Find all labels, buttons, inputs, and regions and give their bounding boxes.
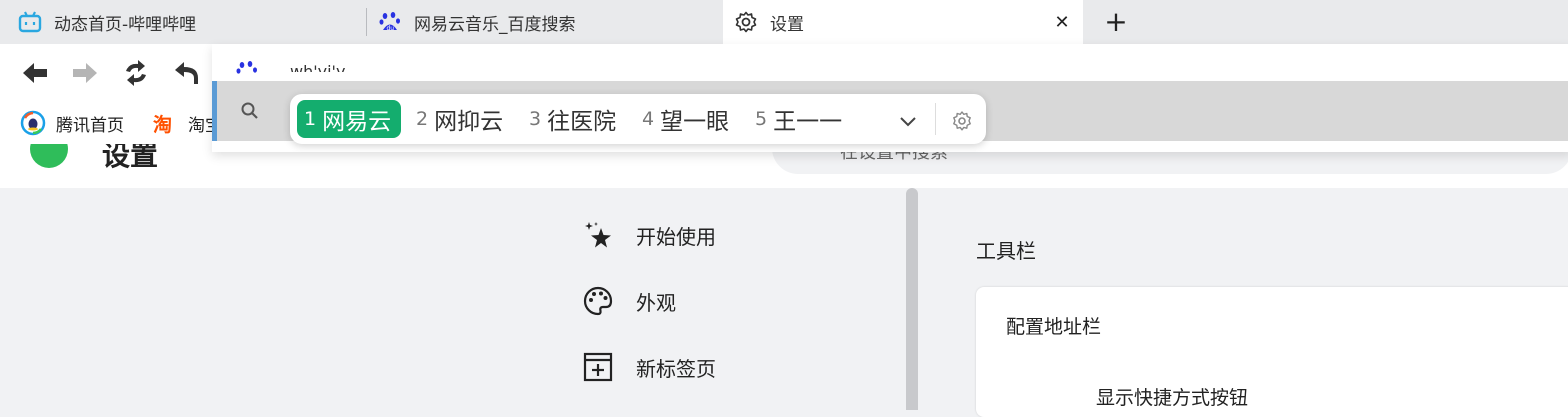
bookmark-tencent[interactable]: 腾讯首页 (20, 110, 124, 136)
card-title: 配置地址栏 (1006, 316, 1102, 338)
tab-title: 设置 (770, 14, 804, 35)
back-button[interactable] (20, 58, 50, 88)
settings-logo-icon (30, 144, 68, 168)
gear-icon[interactable] (950, 109, 974, 133)
baidu-paw-icon (236, 61, 257, 74)
bookmark-label: 腾讯首页 (56, 115, 124, 136)
section-title: 工具栏 (976, 239, 1036, 263)
show-shortcut-button-setting[interactable]: 显示快捷方式按钮 (1096, 383, 1248, 410)
candidate-number: 4 (642, 108, 655, 130)
ime-candidate-2[interactable]: 2 网抑云 (416, 100, 503, 138)
candidate-number: 2 (416, 108, 429, 130)
forward-arrow-icon (73, 63, 97, 83)
nav-label: 开始使用 (636, 224, 716, 249)
search-icon (241, 102, 258, 119)
nav-label: 新标签页 (636, 356, 716, 381)
tab-settings[interactable]: 设置 ✕ (723, 0, 1083, 44)
omnibox-input[interactable]: wh'yi'y (290, 62, 345, 72)
settings-card: 配置地址栏 显示快捷方式按钮 (976, 287, 1568, 417)
nav-label: 外观 (636, 290, 676, 315)
close-tab-button[interactable]: ✕ (1051, 11, 1073, 33)
forward-button[interactable] (70, 58, 100, 88)
undo-button[interactable] (172, 58, 202, 88)
reload-button[interactable] (121, 58, 151, 88)
palette-icon (582, 285, 614, 317)
bilibili-icon (18, 10, 42, 34)
gear-icon (734, 10, 758, 34)
reload-icon (126, 60, 146, 86)
tab-strip: 动态首页-哔哩哔哩 du 网易云音乐_百度搜索 设置 ✕ + (0, 0, 1568, 44)
candidate-text: 王一一 (773, 109, 843, 135)
taobao-icon: 淘 (152, 110, 178, 136)
ime-candidate-3[interactable]: 3 往医院 (529, 100, 616, 138)
settings-page-title: 设置 (102, 144, 159, 172)
svg-text:du: du (387, 25, 395, 32)
candidate-text: 望一眼 (660, 109, 730, 135)
baidu-paw-icon: du (378, 10, 402, 34)
ime-divider (935, 103, 936, 135)
settings-nav-appearance[interactable]: 外观 (582, 283, 676, 319)
settings-nav-getting-started[interactable]: 开始使用 (582, 217, 716, 253)
settings-nav-new-tab-page[interactable]: 新标签页 (582, 349, 716, 385)
ime-candidate-1[interactable]: 1 网易云 (297, 100, 402, 138)
candidate-text: 网抑云 (434, 109, 504, 135)
tab-baidu[interactable]: du 网易云音乐_百度搜索 (367, 0, 723, 44)
new-tab-icon (582, 351, 614, 383)
candidate-text: 网易云 (322, 109, 392, 135)
sparkle-star-icon (582, 219, 614, 251)
candidate-text: 往医院 (547, 109, 617, 135)
scrollbar[interactable] (906, 188, 918, 410)
candidate-number: 5 (755, 108, 768, 130)
new-tab-button[interactable]: + (1103, 8, 1129, 36)
ime-candidate-4[interactable]: 4 望一眼 (642, 100, 729, 138)
tencent-icon (20, 110, 46, 136)
candidate-number: 3 (529, 108, 542, 130)
candidate-number: 1 (304, 108, 317, 130)
back-arrow-icon (23, 63, 47, 83)
tab-title: 动态首页-哔哩哔哩 (54, 14, 197, 35)
suggestion-accent-bar (212, 81, 217, 141)
svg-text:淘: 淘 (153, 113, 172, 136)
tab-bilibili[interactable]: 动态首页-哔哩哔哩 (18, 0, 366, 44)
ime-candidate-5[interactable]: 5 王一一 (755, 100, 842, 138)
undo-icon (175, 62, 198, 84)
chevron-down-icon[interactable] (896, 110, 920, 132)
tab-title: 网易云音乐_百度搜索 (414, 14, 576, 35)
